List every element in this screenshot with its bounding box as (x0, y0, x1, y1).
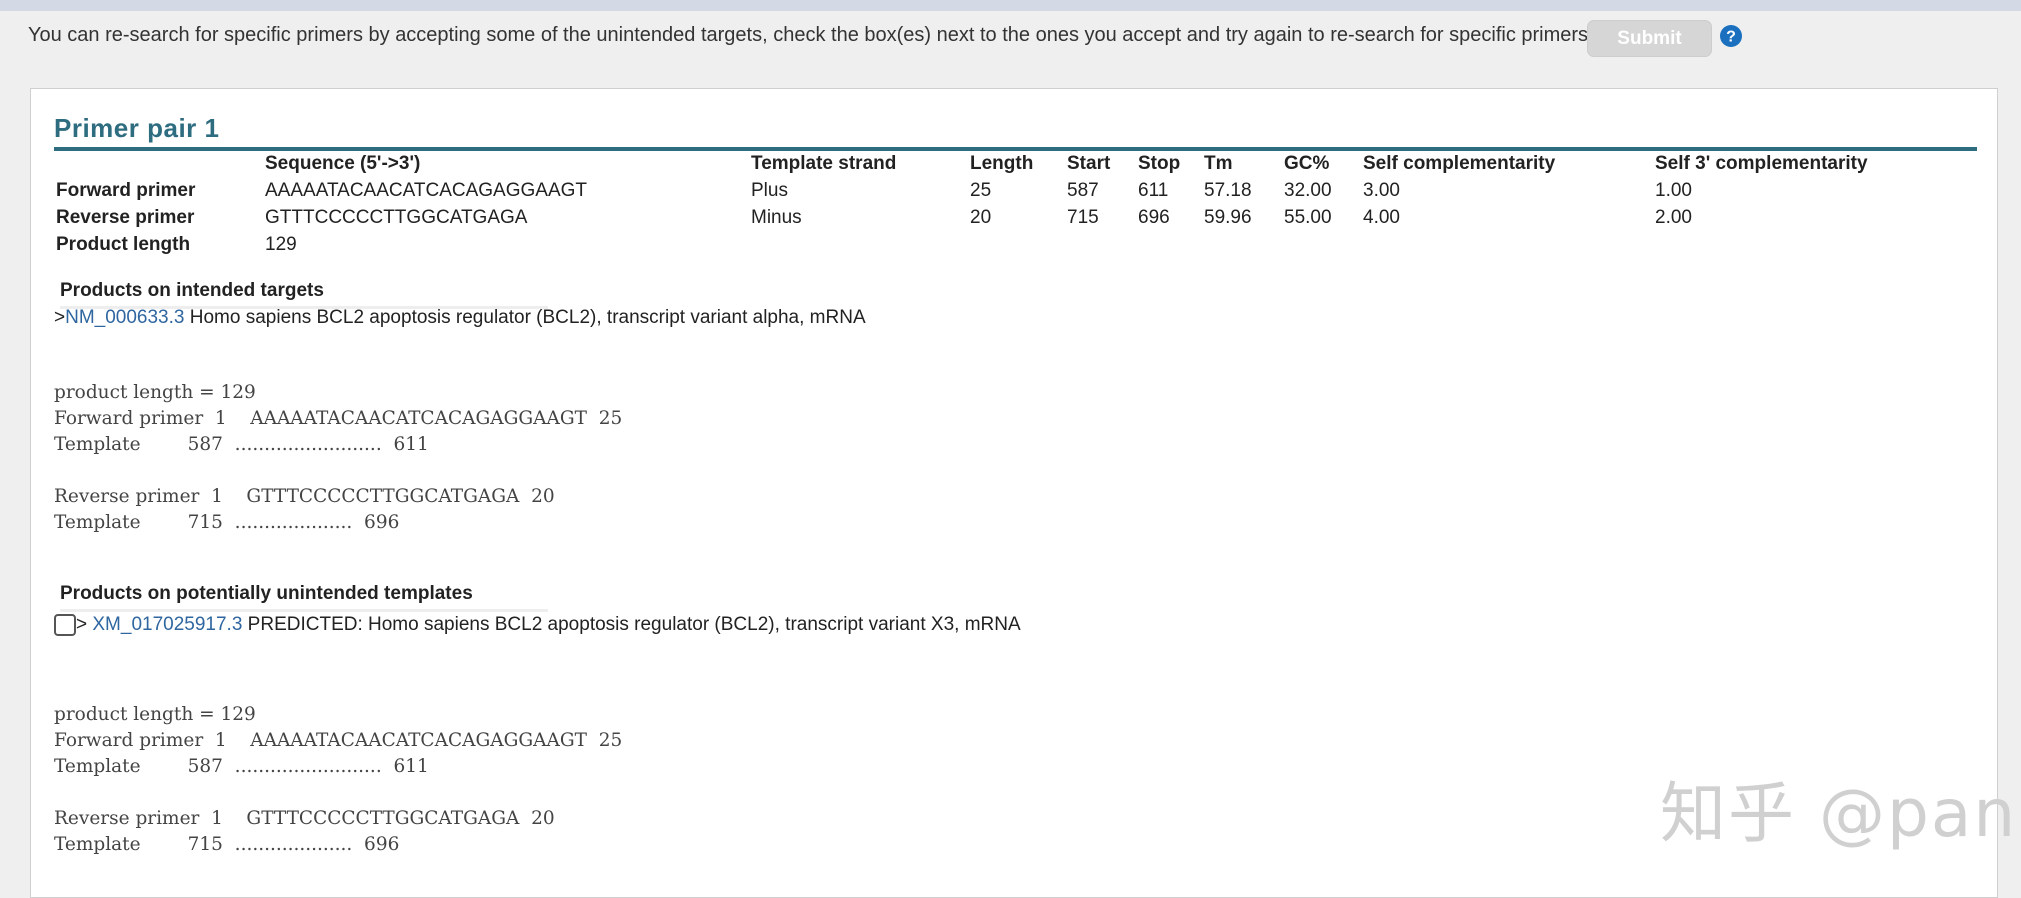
reverse-gc: 55.00 (1284, 207, 1332, 228)
forward-stop: 611 (1138, 180, 1169, 201)
watermark: 知乎 @pan (1660, 775, 2018, 852)
product-length-label: Product length (56, 234, 191, 255)
col-header-self3-comp: Self 3' complementarity (1655, 153, 1868, 174)
intended-description: Homo sapiens BCL2 apoptosis regulator (B… (184, 307, 866, 328)
reverse-primer-label: Reverse primer (56, 207, 195, 228)
col-header-sequence: Sequence (5'->3') (265, 153, 421, 174)
top-bar (0, 0, 2021, 11)
svg-text:?: ? (1726, 29, 1736, 46)
reverse-stop: 696 (1138, 207, 1170, 228)
forward-primer-label: Forward primer (56, 180, 196, 201)
reverse-start: 715 (1067, 207, 1099, 228)
unintended-templates-heading: Products on potentially unintended templ… (60, 583, 548, 612)
forward-tm: 57.18 (1204, 180, 1252, 201)
unintended-description: PREDICTED: Homo sapiens BCL2 apoptosis r… (242, 614, 1021, 635)
forward-sequence: AAAAATACAACATCACAGAGGAAGT (265, 180, 588, 201)
submit-button[interactable]: Submit (1587, 20, 1712, 57)
primer-pair-title: Primer pair 1 (54, 113, 220, 143)
reverse-self-comp: 4.00 (1363, 207, 1400, 228)
intended-prefix: > (54, 307, 66, 328)
unintended-prefix: > (76, 614, 93, 635)
forward-gc: 32.00 (1284, 180, 1332, 201)
unintended-target-line: > XM_017025917.3 PREDICTED: Homo sapiens… (54, 614, 1021, 636)
reverse-length: 20 (970, 207, 992, 228)
accept-unintended-checkbox[interactable] (54, 614, 76, 636)
forward-self3-comp: 1.00 (1655, 180, 1692, 201)
reverse-self3-comp: 2.00 (1655, 207, 1692, 228)
unintended-accession-link[interactable]: XM_017025917.3 (92, 614, 242, 635)
col-header-stop: Stop (1138, 153, 1181, 174)
col-header-tm: Tm (1204, 153, 1233, 174)
col-header-self-comp: Self complementarity (1363, 153, 1556, 174)
intended-accession-link[interactable]: NM_000633.3 (65, 307, 184, 328)
title-divider (54, 147, 1977, 151)
forward-self-comp: 3.00 (1363, 180, 1400, 201)
forward-strand: Plus (751, 180, 788, 201)
col-header-start: Start (1067, 153, 1111, 174)
reverse-strand: Minus (751, 207, 802, 228)
col-header-length: Length (970, 153, 1034, 174)
intended-targets-heading: Products on intended targets (60, 280, 548, 309)
forward-length: 25 (970, 180, 992, 201)
reverse-tm: 59.96 (1204, 207, 1252, 228)
unintended-alignment: product length = 129 Forward primer 1 AA… (54, 704, 623, 855)
col-header-strand: Template strand (751, 153, 897, 174)
product-length-value: 129 (265, 234, 297, 255)
intended-target-line: >NM_000633.3 Homo sapiens BCL2 apoptosis… (54, 307, 866, 329)
forward-start: 587 (1067, 180, 1099, 201)
intended-alignment: product length = 129 Forward primer 1 AA… (54, 382, 623, 533)
col-header-gc: GC% (1284, 153, 1330, 174)
help-icon[interactable]: ? (1719, 24, 1743, 48)
re-search-instruction: You can re-search for specific primers b… (28, 24, 1589, 46)
reverse-sequence: GTTTCCCCCTTGGCATGAGA (265, 207, 528, 228)
